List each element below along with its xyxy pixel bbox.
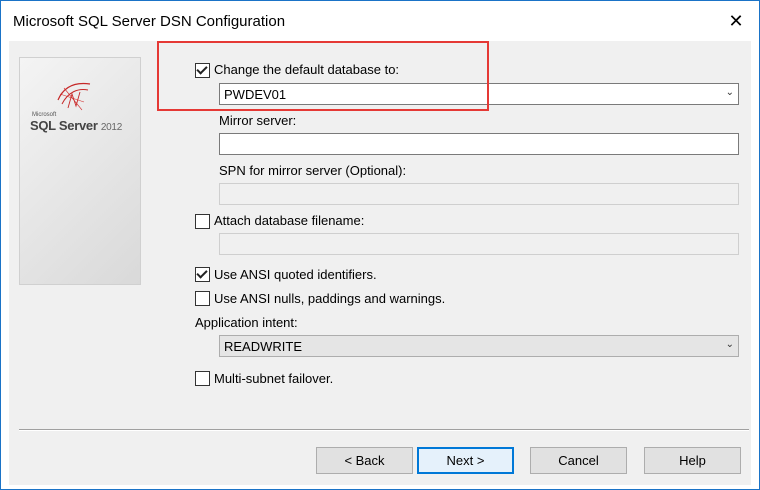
- spn-mirror-label: SPN for mirror server (Optional):: [219, 163, 407, 178]
- cancel-button[interactable]: Cancel: [530, 447, 627, 474]
- back-button[interactable]: < Back: [316, 447, 413, 474]
- dialog-client-area: Microsoft SQL Server 2012 Change the def…: [9, 41, 751, 485]
- application-intent-value: READWRITE: [224, 339, 302, 354]
- help-button[interactable]: Help: [644, 447, 741, 474]
- default-database-combo[interactable]: PWDEV01 ⌄: [219, 83, 739, 105]
- logo-name: SQL Server: [30, 118, 98, 133]
- mirror-server-label: Mirror server:: [219, 113, 297, 128]
- multi-subnet-failover-label: Multi-subnet failover.: [214, 371, 334, 386]
- application-intent-label: Application intent:: [195, 315, 298, 330]
- spn-mirror-input: [219, 183, 739, 205]
- attach-database-checkbox[interactable]: [195, 214, 210, 229]
- ansi-nulls-checkbox[interactable]: [195, 291, 210, 306]
- attach-database-input: [219, 233, 739, 255]
- sql-server-logo-panel: Microsoft SQL Server 2012: [19, 57, 141, 285]
- change-default-database-checkbox[interactable]: [195, 63, 210, 78]
- chevron-down-icon[interactable]: ⌄: [726, 87, 734, 98]
- logo-product-name: SQL Server 2012: [30, 118, 122, 133]
- sql-server-logo-icon: [57, 82, 91, 111]
- mirror-server-input[interactable]: [219, 133, 739, 155]
- logo-version: 2012: [100, 122, 122, 133]
- change-default-database-label: Change the default database to:: [214, 62, 400, 77]
- next-button[interactable]: Next >: [417, 447, 514, 474]
- separator-line: [19, 429, 749, 431]
- chevron-down-icon[interactable]: ⌄: [726, 339, 734, 350]
- ansi-quoted-identifiers-checkbox[interactable]: [195, 267, 210, 282]
- application-intent-combo[interactable]: READWRITE ⌄: [219, 335, 739, 357]
- close-icon[interactable]: ✕: [713, 1, 759, 41]
- default-database-value: PWDEV01: [224, 87, 287, 102]
- dialog-window: Microsoft SQL Server DSN Configuration ✕…: [0, 0, 760, 490]
- multi-subnet-failover-checkbox[interactable]: [195, 371, 210, 386]
- window-title: Microsoft SQL Server DSN Configuration: [13, 13, 286, 30]
- title-bar: Microsoft SQL Server DSN Configuration ✕: [1, 1, 759, 41]
- ansi-quoted-identifiers-label: Use ANSI quoted identifiers.: [214, 267, 377, 282]
- ansi-nulls-label: Use ANSI nulls, paddings and warnings.: [214, 291, 446, 306]
- attach-database-label: Attach database filename:: [214, 213, 365, 228]
